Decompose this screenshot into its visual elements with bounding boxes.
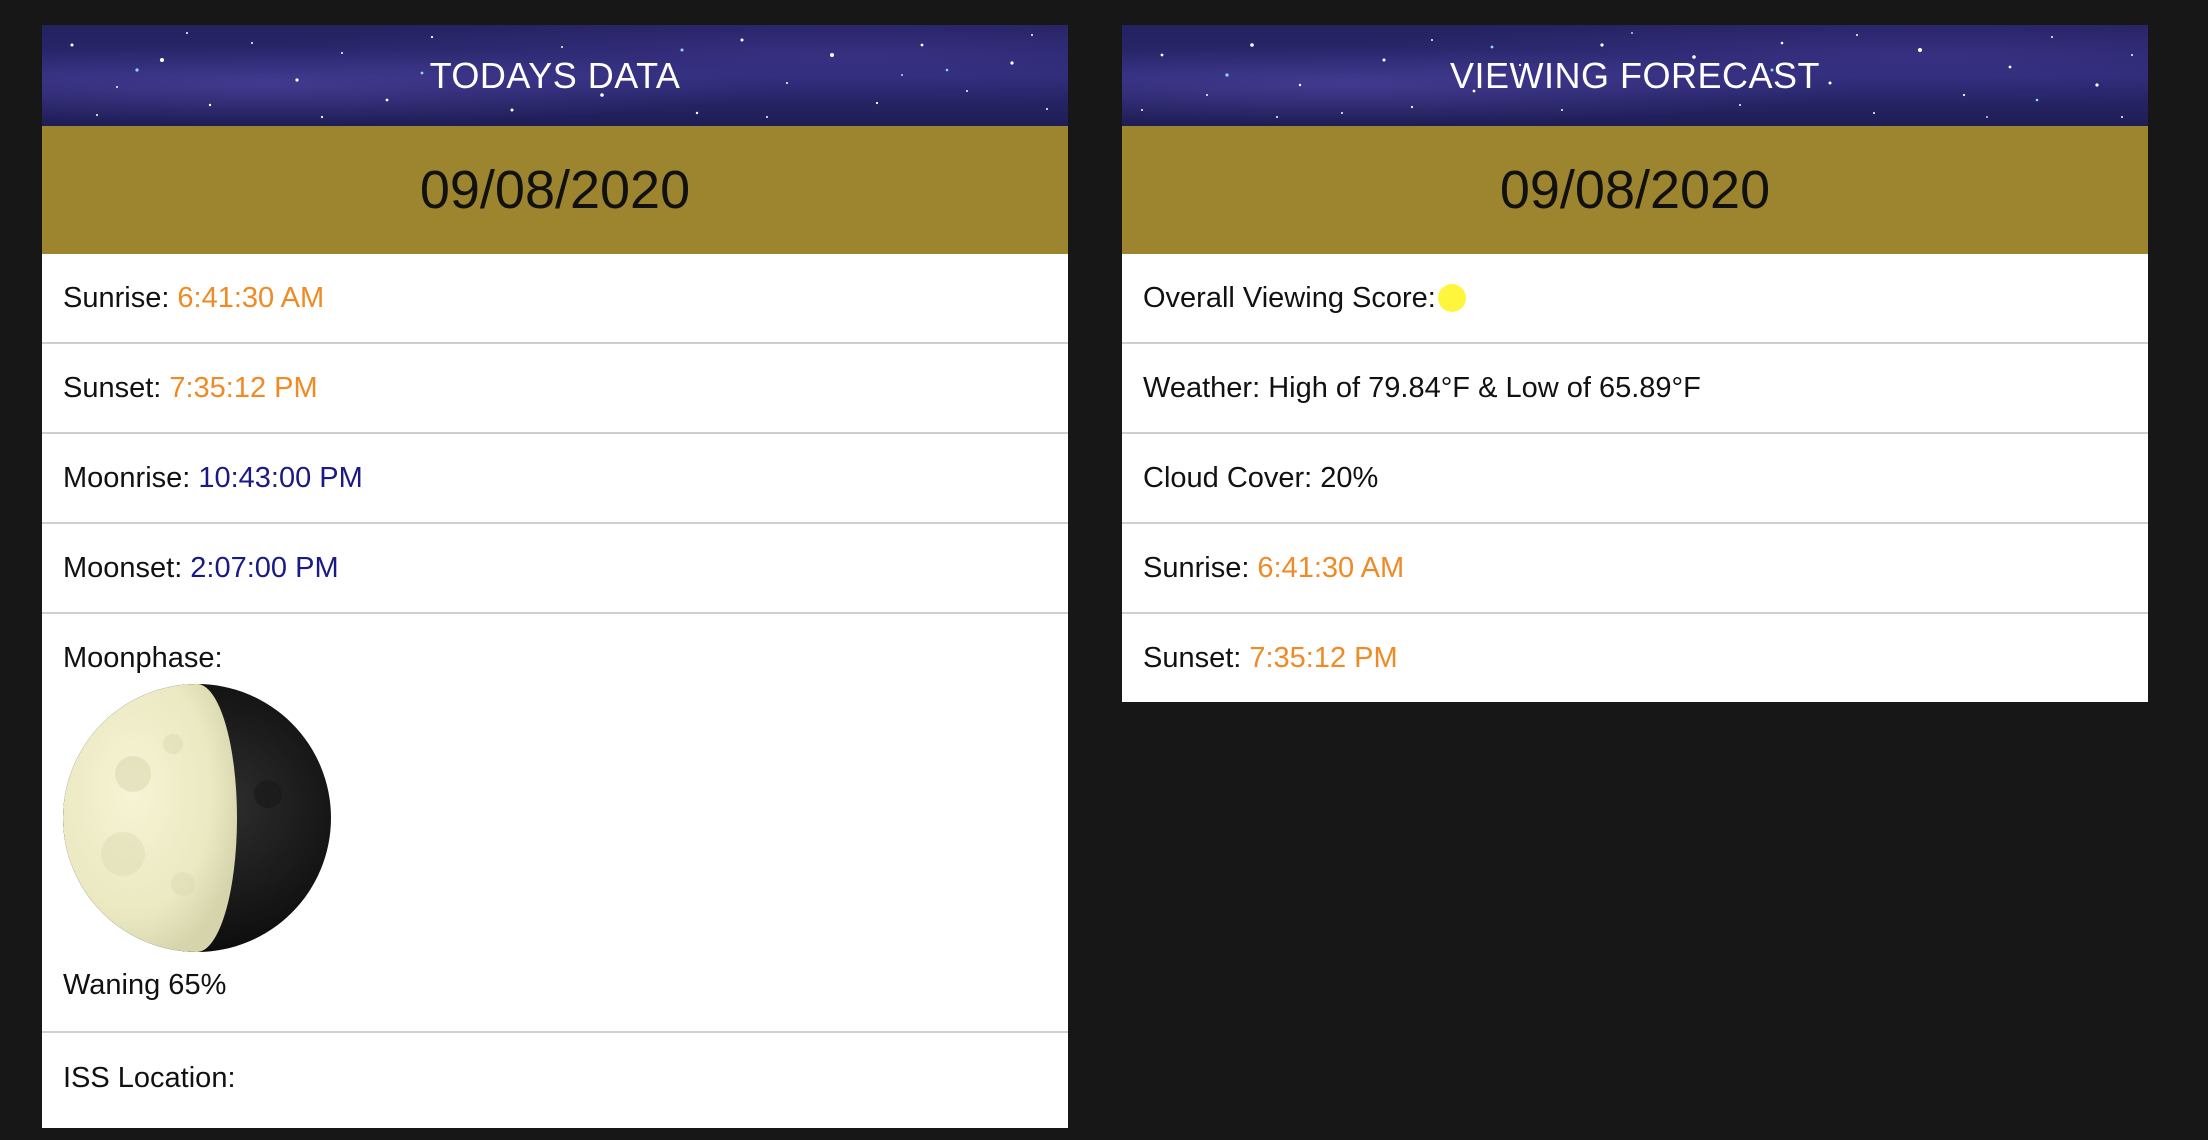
viewing-score-indicator-icon [1437, 284, 1466, 312]
moonset-row: Moonset: 2:07:00 PM [42, 524, 1068, 614]
viewing-forecast-card: VIEWING FORECAST 09/08/2020 Overall View… [1122, 25, 2148, 702]
moonphase-label: Moonphase: [63, 642, 223, 674]
weather-text: Weather: High of 79.84°F & Low of 65.89°… [1143, 371, 1701, 404]
date-band: 09/08/2020 [42, 126, 1068, 254]
sunrise-row: Sunrise: 6:41:30 AM [42, 254, 1068, 344]
moonrise-row: Moonrise: 10:43:00 PM [42, 434, 1068, 524]
sunset-row: Sunset: 7:35:12 PM [1122, 614, 2148, 702]
todays-data-card: TODAYS DATA 09/08/2020 Sunrise: 6:41:30 … [42, 25, 1068, 1128]
moonset-value: 2:07:00 PM [190, 551, 339, 584]
weather-row: Weather: High of 79.84°F & Low of 65.89°… [1122, 344, 2148, 434]
card-title: TODAYS DATA [429, 54, 681, 96]
moonphase-caption: Waning 65% [63, 969, 227, 1001]
sunset-row: Sunset: 7:35:12 PM [42, 344, 1068, 434]
viewing-forecast-header: VIEWING FORECAST [1122, 25, 2148, 126]
sunrise-label: Sunrise: [63, 281, 170, 314]
todays-data-header: TODAYS DATA [42, 25, 1068, 126]
cloud-cover-row: Cloud Cover: 20% [1122, 434, 2148, 524]
current-date: 09/08/2020 [419, 160, 691, 220]
current-date: 09/08/2020 [1499, 160, 1771, 220]
moon-phase-image [63, 684, 331, 952]
card-title: VIEWING FORECAST [1449, 54, 1821, 96]
sunrise-value: 6:41:30 AM [177, 281, 325, 314]
moonset-label: Moonset: [63, 551, 183, 584]
cloud-cover-text: Cloud Cover: 20% [1143, 461, 1379, 494]
moonphase-row: Moonphase: Waning 65% [42, 614, 1068, 1033]
viewing-score-label: Overall Viewing Score: [1143, 281, 1436, 314]
moonrise-label: Moonrise: [63, 461, 191, 494]
sunrise-label: Sunrise: [1143, 551, 1250, 584]
date-band: 09/08/2020 [1122, 126, 2148, 254]
iss-location-row: ISS Location: [42, 1033, 1068, 1123]
viewing-score-row: Overall Viewing Score: [1122, 254, 2148, 344]
iss-location-label: ISS Location: [63, 1061, 236, 1094]
sunset-value: 7:35:12 PM [1249, 641, 1398, 674]
moonrise-value: 10:43:00 PM [198, 461, 363, 494]
sunset-label: Sunset: [1143, 641, 1242, 674]
sunrise-value: 6:41:30 AM [1257, 551, 1405, 584]
sunrise-row: Sunrise: 6:41:30 AM [1122, 524, 2148, 614]
sunset-value: 7:35:12 PM [169, 371, 318, 404]
sunset-label: Sunset: [63, 371, 162, 404]
